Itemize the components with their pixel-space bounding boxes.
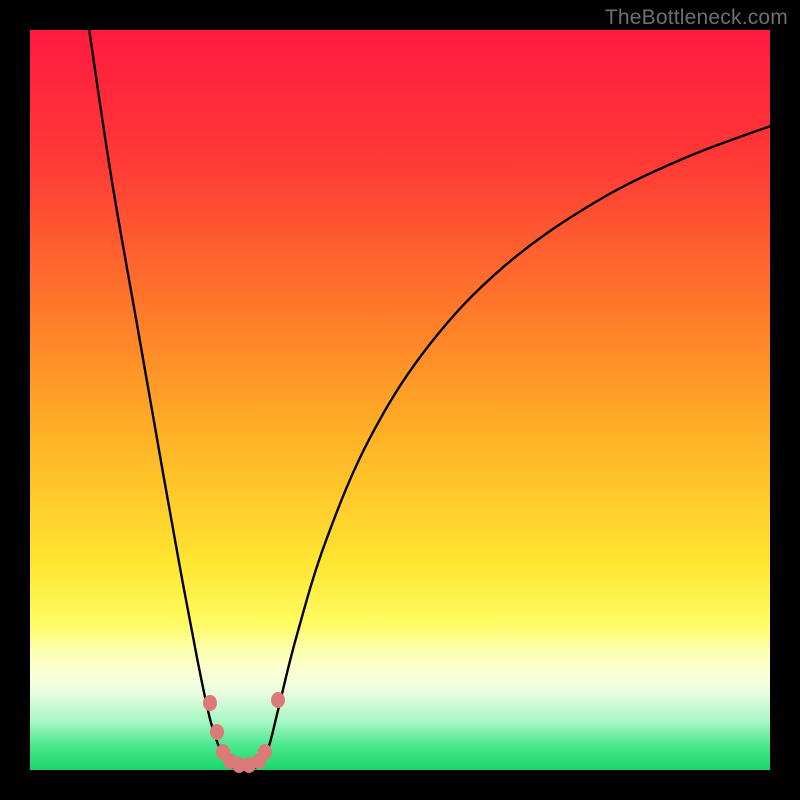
curve-marker xyxy=(258,744,272,760)
curve-marker xyxy=(271,692,285,708)
curve-marker xyxy=(203,695,217,711)
curve-marker xyxy=(210,724,224,740)
watermark-text: TheBottleneck.com xyxy=(605,6,788,30)
chart-frame xyxy=(30,30,770,770)
curve-markers xyxy=(30,30,770,770)
